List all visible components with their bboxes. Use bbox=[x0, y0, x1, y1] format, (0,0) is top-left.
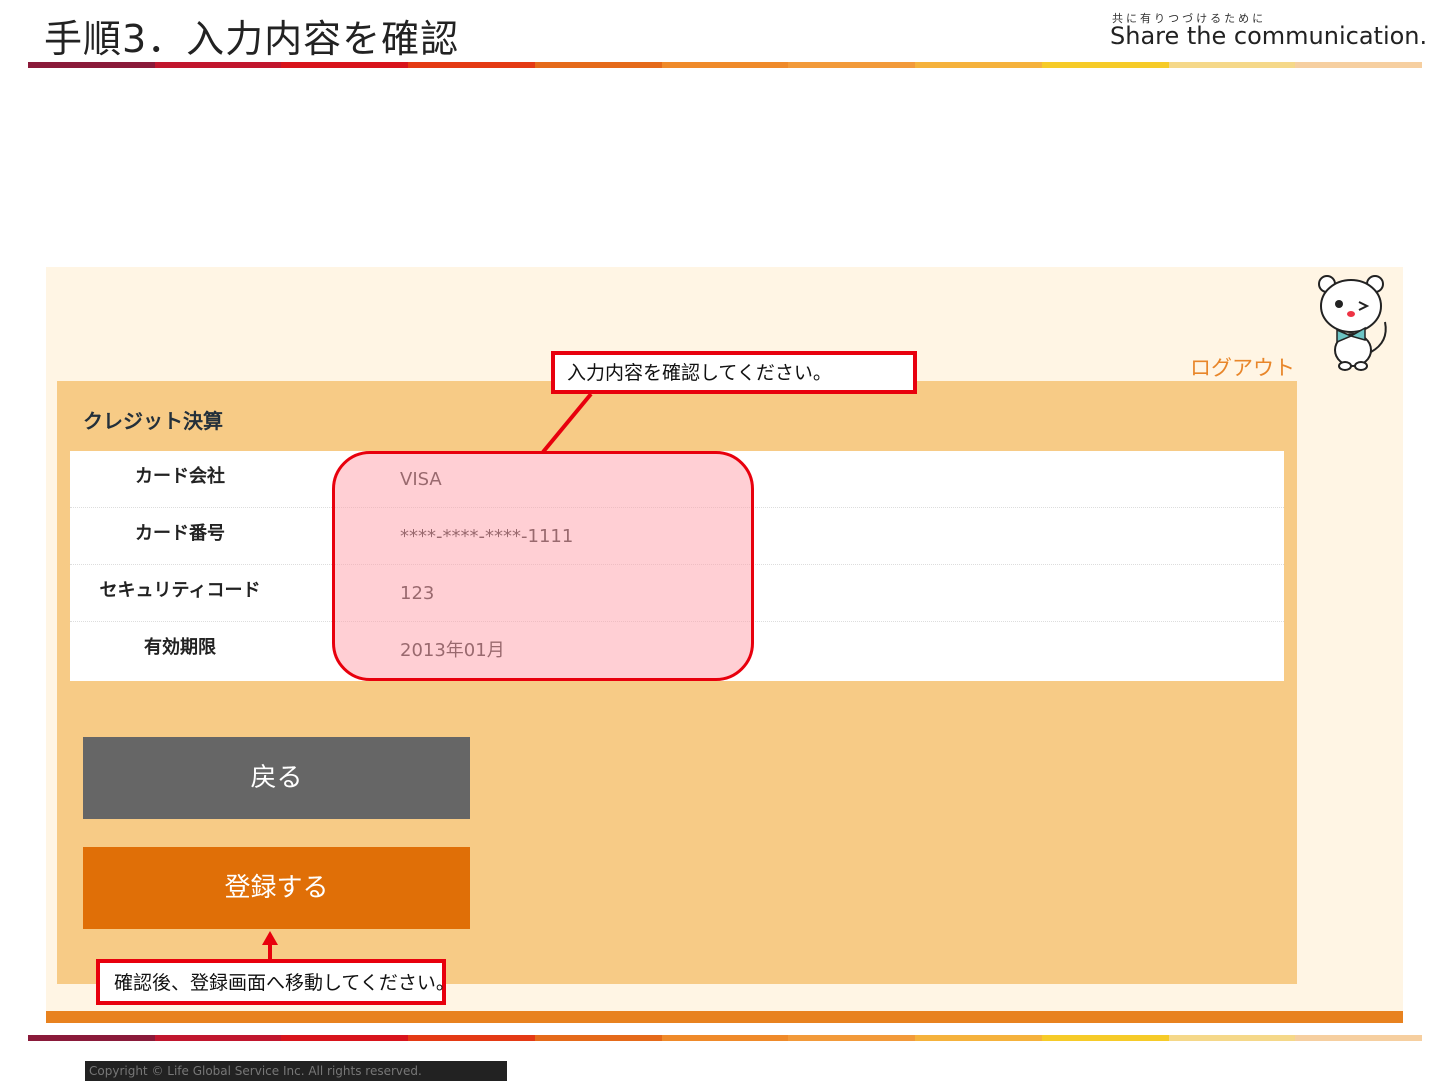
stripe-segment bbox=[1295, 62, 1423, 68]
register-button[interactable]: 登録する bbox=[83, 847, 470, 929]
row-label: セキュリティコード bbox=[99, 580, 261, 601]
row-label: 有効期限 bbox=[144, 637, 216, 658]
stripe-segment bbox=[154, 62, 282, 68]
logout-link[interactable]: ログアウト bbox=[1190, 352, 1295, 382]
row-label: カード会社 bbox=[135, 466, 225, 487]
row-label: カード番号 bbox=[135, 523, 225, 544]
stripe-segment bbox=[28, 62, 155, 68]
top-callout: 入力内容を確認してください。 bbox=[551, 351, 917, 394]
stripe-segment bbox=[788, 62, 916, 68]
bottom-band bbox=[46, 1011, 1403, 1023]
stripe-segment bbox=[915, 1035, 1042, 1041]
stripe-segment bbox=[408, 62, 535, 68]
stripe-segment bbox=[661, 1035, 789, 1041]
panel-title: クレジット決算 bbox=[83, 409, 223, 433]
stripe-segment bbox=[1168, 1035, 1296, 1041]
brand-logo-text: Share the communication. bbox=[1110, 22, 1428, 50]
stripe-segment bbox=[661, 62, 789, 68]
stripe-segment bbox=[534, 62, 662, 68]
bottom-callout: 確認後、登録画面へ移動してください。 bbox=[96, 959, 455, 1005]
mascot-icon bbox=[1318, 275, 1387, 371]
stripe-segment bbox=[1041, 62, 1169, 68]
stripe-segment bbox=[281, 1035, 409, 1041]
stripe-segment bbox=[1041, 1035, 1169, 1041]
stripe-segment bbox=[154, 1035, 282, 1041]
back-button[interactable]: 戻る bbox=[83, 737, 470, 819]
stripe-segment bbox=[28, 1035, 155, 1041]
value-highlight-box bbox=[332, 451, 754, 681]
copyright-text: Copyright © Life Global Service Inc. All… bbox=[85, 1061, 507, 1081]
stripe-segment bbox=[281, 62, 409, 68]
stripe-segment bbox=[1295, 1035, 1423, 1041]
stripe-segment bbox=[534, 1035, 662, 1041]
footer-stripe bbox=[28, 1035, 1423, 1041]
stripe-segment bbox=[408, 1035, 535, 1041]
stripe-segment bbox=[788, 1035, 916, 1041]
header-stripe bbox=[28, 62, 1423, 68]
slide-title: 手順3．入力内容を確認 bbox=[44, 17, 460, 61]
stripe-segment bbox=[1168, 62, 1296, 68]
stripe-segment bbox=[915, 62, 1042, 68]
